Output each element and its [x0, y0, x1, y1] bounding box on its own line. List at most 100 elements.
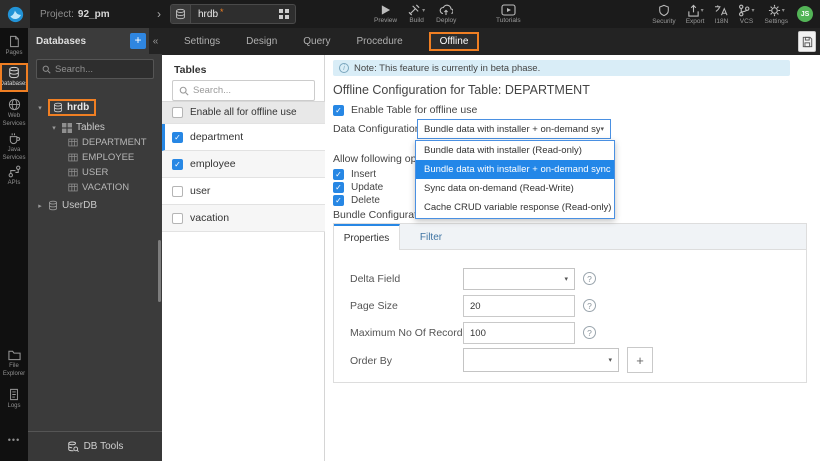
export-caret-icon: ▾: [700, 7, 704, 14]
db-tools-icon: [67, 441, 79, 453]
tab-settings[interactable]: Settings: [184, 36, 220, 47]
expand-down-icon[interactable]: ▾: [36, 104, 44, 112]
tab-procedure[interactable]: Procedure: [357, 36, 403, 47]
department-checkbox[interactable]: ✓: [172, 131, 183, 143]
check-icon: ✓: [335, 183, 342, 192]
page-size-help-icon[interactable]: ?: [583, 299, 596, 312]
more-options-button[interactable]: •••: [0, 433, 28, 446]
tab-properties[interactable]: Properties: [334, 224, 400, 250]
page-title: Offline Configuration for Table: DEPARTM…: [333, 83, 590, 97]
db-tools-button[interactable]: DB Tools: [28, 431, 162, 461]
enable-all-checkbox[interactable]: [172, 107, 183, 118]
tab-filter[interactable]: Filter: [400, 224, 462, 250]
add-database-button[interactable]: +: [130, 33, 146, 49]
project-name: 92_pm: [77, 8, 110, 20]
save-button[interactable]: [798, 31, 816, 52]
max-records-input[interactable]: [463, 322, 575, 344]
table-row-vacation[interactable]: vacation: [162, 205, 325, 232]
table-icon: [68, 183, 78, 192]
databases-icon: [8, 66, 20, 79]
user-checkbox[interactable]: [172, 185, 183, 197]
page-size-input[interactable]: [463, 295, 575, 317]
insert-row[interactable]: ✓ Insert: [333, 169, 376, 180]
update-row[interactable]: ✓ Update: [333, 182, 383, 193]
delete-row[interactable]: ✓ Delete: [333, 195, 380, 206]
sidebar-item-file-explorer[interactable]: File Explorer: [0, 349, 28, 378]
enable-table-checkbox[interactable]: ✓: [333, 104, 344, 116]
tree-node-userdb[interactable]: ▸ UserDB: [28, 198, 162, 213]
user-avatar[interactable]: JS: [797, 6, 813, 22]
delta-field-label: Delta Field: [350, 273, 401, 285]
export-button[interactable]: ▾ Export: [686, 0, 704, 28]
add-order-by-button[interactable]: +: [627, 347, 653, 373]
sidebar-item-pages[interactable]: Pages: [0, 35, 28, 58]
max-records-label: Maximum No Of Records: [350, 327, 468, 339]
api-nodes-icon: [8, 165, 21, 178]
build-button[interactable]: ▾ Build: [408, 0, 425, 28]
dropdown-option-3[interactable]: Sync data on-demand (Read-Write): [416, 179, 614, 198]
select-caret-icon: ▾: [564, 276, 568, 283]
sidebar-item-logs[interactable]: Logs: [0, 388, 28, 411]
tools-icon: [408, 4, 421, 16]
dropdown-option-2-selected[interactable]: Bundle data with installer + on-demand s…: [416, 160, 614, 179]
delete-checkbox[interactable]: ✓: [333, 195, 344, 206]
preview-button[interactable]: Preview: [374, 0, 397, 28]
dropdown-option-1[interactable]: Bundle data with installer (Read-only): [416, 141, 614, 160]
log-file-icon: [8, 388, 20, 401]
security-button[interactable]: Security: [652, 0, 676, 28]
max-records-help-icon[interactable]: ?: [583, 326, 596, 339]
enable-all-row[interactable]: Enable all for offline use: [162, 101, 325, 124]
select-caret-icon: ▾: [608, 357, 612, 364]
app-logo[interactable]: [0, 0, 30, 28]
delta-field-select[interactable]: ▾: [463, 268, 575, 290]
tree-node-table-employee[interactable]: EMPLOYEE: [28, 150, 162, 165]
tree-node-hrdb[interactable]: ▾ hrdb: [28, 99, 162, 116]
table-row-employee[interactable]: ✓ employee: [162, 151, 325, 178]
update-checkbox[interactable]: ✓: [333, 182, 344, 193]
tutorials-button[interactable]: Tutorials: [496, 0, 521, 28]
databases-search-input[interactable]: [55, 63, 145, 75]
expand-right-icon[interactable]: ▸: [36, 202, 44, 210]
tree-node-table-department[interactable]: DEPARTMENT: [28, 135, 162, 150]
check-icon: ✓: [174, 159, 181, 169]
tab-design[interactable]: Design: [246, 36, 277, 47]
open-asset-tab-hrdb[interactable]: hrdb *: [170, 4, 296, 24]
tree-node-tables[interactable]: ▾ Tables: [28, 120, 162, 135]
tab-query[interactable]: Query: [303, 36, 330, 47]
select-caret-icon: ▾: [600, 126, 604, 133]
vcs-button[interactable]: ▾ VCS: [738, 0, 755, 28]
panel-scrollbar[interactable]: [158, 240, 161, 302]
table-row-department[interactable]: ✓ department: [162, 124, 325, 151]
order-by-select[interactable]: ▾: [463, 348, 619, 372]
tables-search-input[interactable]: [193, 85, 303, 96]
video-icon: [501, 4, 516, 16]
tab-offline[interactable]: Offline: [428, 32, 480, 51]
enable-table-row[interactable]: ✓ Enable Table for offline use: [333, 104, 477, 116]
tree-node-table-vacation[interactable]: VACATION: [28, 180, 162, 195]
databases-search[interactable]: [36, 59, 154, 79]
sidebar-item-java-services[interactable]: Java Services: [0, 132, 28, 162]
expand-down-icon[interactable]: ▾: [50, 124, 58, 132]
sidebar-item-databases[interactable]: Databases: [0, 63, 28, 92]
data-config-select[interactable]: Bundle data with installer + on-demand s…: [417, 119, 611, 139]
tree-node-table-user[interactable]: USER: [28, 165, 162, 180]
deploy-button[interactable]: Deploy: [436, 0, 456, 28]
search-icon: [42, 65, 51, 74]
sidebar-item-web-services[interactable]: Web Services: [0, 98, 28, 128]
dropdown-option-4[interactable]: Cache CRUD variable response (Read-only): [416, 198, 614, 217]
check-icon: ✓: [335, 196, 342, 205]
settings-button[interactable]: ▾ Settings: [765, 0, 788, 28]
sidebar-item-apis[interactable]: APIs: [0, 165, 28, 188]
coffee-cup-icon: [8, 132, 21, 145]
employee-checkbox[interactable]: ✓: [172, 158, 183, 170]
tree-node-label: DEPARTMENT: [82, 137, 147, 148]
tree-node-label: EMPLOYEE: [82, 152, 135, 163]
vacation-checkbox[interactable]: [172, 212, 183, 224]
table-row-user[interactable]: user: [162, 178, 325, 205]
tables-search[interactable]: [172, 80, 315, 101]
grid-view-icon[interactable]: [279, 9, 289, 19]
delta-field-help-icon[interactable]: ?: [583, 272, 596, 285]
collapse-panel-button[interactable]: «: [149, 28, 162, 54]
i18n-button[interactable]: I18N: [714, 0, 728, 28]
insert-checkbox[interactable]: ✓: [333, 169, 344, 180]
